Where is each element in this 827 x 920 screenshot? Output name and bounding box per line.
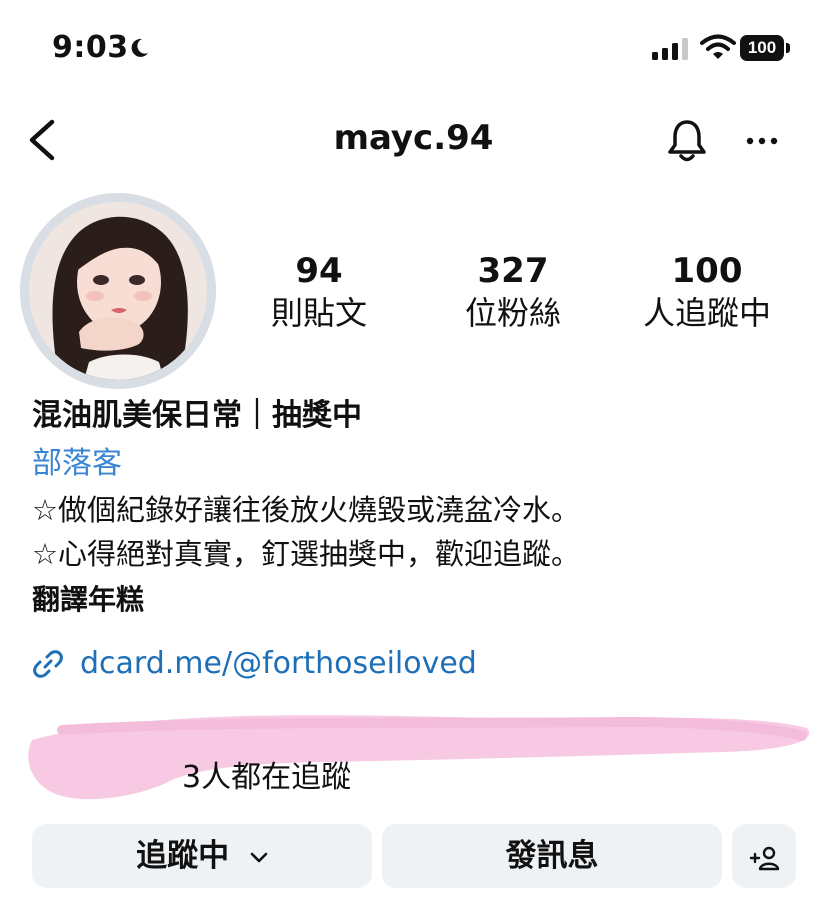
posts-count-label: 則貼文 [270,294,367,332]
wifi-icon [700,34,736,59]
profile-category: 部落客 [32,446,122,481]
moon-icon [131,38,148,57]
add-person-icon [749,846,780,870]
mutual-followers-text[interactable]: 3人都在追蹤 [182,756,351,800]
message-button-label: 發訊息 [505,838,599,874]
translate-link[interactable]: 翻譯年糕 [32,578,144,622]
posts-count-value: 94 [295,251,343,291]
following-button[interactable]: 追蹤中 [32,824,372,888]
battery-level: 100 [740,35,784,61]
followers-count[interactable]: 327 位粉絲 [428,250,598,334]
add-person-button[interactable] [732,824,796,888]
bio-line: ☆心得絕對真實，釘選抽獎中，歡迎追蹤。 [32,537,580,571]
chevron-down-icon [250,852,268,862]
avatar[interactable] [20,193,216,389]
bio-line: ☆做個紀錄好讓往後放火燒毀或澆盆冷水。 [32,493,580,527]
message-button[interactable]: 發訊息 [382,824,722,888]
link-icon [33,650,63,678]
followers-count-label: 位粉絲 [464,294,561,332]
following-count-value: 100 [671,251,743,291]
more-icon[interactable] [742,124,782,158]
battery-icon: 100 [740,35,792,61]
signal-icon [652,38,688,60]
followers-count-value: 327 [477,251,549,291]
redaction-scribble [28,715,810,800]
posts-count[interactable]: 94 則貼文 [234,250,404,334]
profile-link-text[interactable]: dcard.me/@forthoseiloved [80,642,477,686]
following-count-label: 人追蹤中 [642,294,771,332]
avatar-image [29,202,207,380]
following-button-label: 追蹤中 [136,838,230,874]
profile-display-name: 混油肌美保日常｜抽獎中 [32,398,362,433]
status-time: 9:03 [52,30,129,65]
bell-icon[interactable] [664,118,710,164]
following-count[interactable]: 100 人追蹤中 [622,250,792,334]
